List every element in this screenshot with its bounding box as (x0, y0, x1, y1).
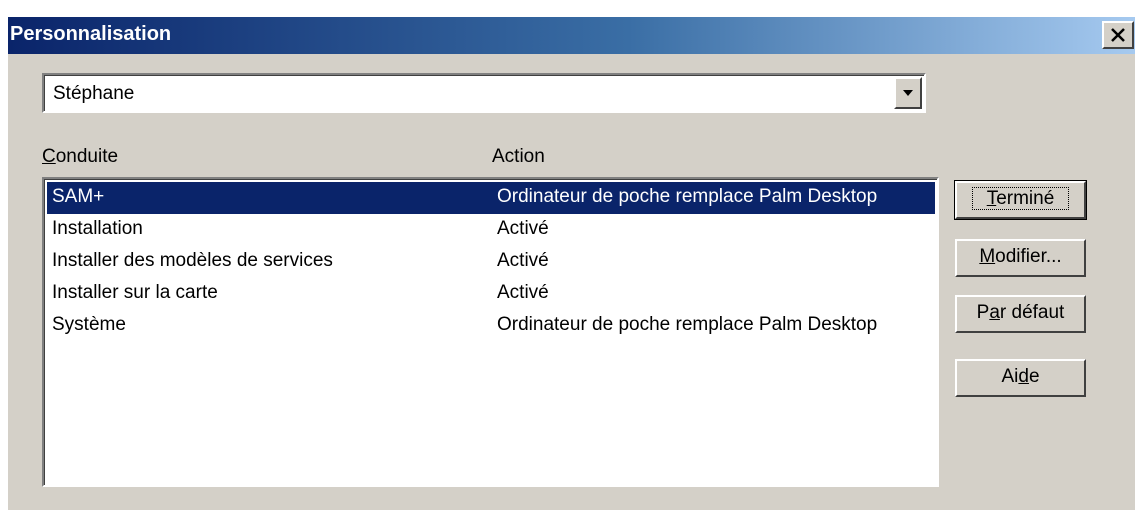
user-select[interactable]: Stéphane (42, 73, 926, 113)
close-icon (1111, 28, 1125, 42)
done-button-label: Terminé (971, 187, 1070, 210)
conduit-list[interactable]: SAM+ Ordinateur de poche remplace Palm D… (42, 177, 939, 487)
conduit-name: Installer sur la carte (52, 282, 218, 303)
defaults-mnemonic: a (989, 302, 1000, 323)
column-header-conduit: Conduite (42, 146, 118, 168)
help-button[interactable]: Aide (955, 359, 1086, 397)
conduit-name: SAM+ (52, 186, 105, 207)
user-select-dropdown-button[interactable] (894, 77, 922, 109)
dialog-title: Personnalisation (10, 23, 172, 45)
list-row[interactable]: Système Ordinateur de poche remplace Pal… (47, 310, 935, 342)
help-mnemonic: d (1018, 366, 1029, 387)
conduit-action: Ordinateur de poche remplace Palm Deskto… (497, 314, 878, 335)
defaults-label-rest: r défaut (999, 302, 1065, 323)
conduit-action: Activé (497, 250, 549, 271)
conduit-name: Installer des modèles de services (52, 250, 333, 271)
conduit-action: Ordinateur de poche remplace Palm Deskto… (497, 186, 878, 207)
defaults-label-start: P (976, 302, 990, 323)
help-label-start: Ai (1001, 366, 1019, 387)
help-label-rest: e (1028, 366, 1040, 387)
customization-dialog: Personnalisation Stéphane Conduite Actio… (7, 16, 1135, 510)
list-row[interactable]: Installation Activé (47, 214, 935, 246)
user-select-value: Stéphane (53, 83, 135, 104)
done-label-rest: erminé (996, 188, 1055, 209)
modify-button[interactable]: Modifier... (955, 239, 1086, 277)
list-row[interactable]: SAM+ Ordinateur de poche remplace Palm D… (47, 182, 935, 214)
modify-label-rest: odifier... (995, 246, 1062, 267)
done-button[interactable]: Terminé (954, 180, 1087, 220)
conduit-header-rest: onduite (55, 146, 119, 167)
list-row[interactable]: Installer sur la carte Activé (47, 278, 935, 310)
title-bar[interactable]: Personnalisation (8, 17, 1135, 54)
conduit-action: Activé (497, 282, 549, 303)
chevron-down-icon (903, 90, 913, 96)
conduit-name: Installation (52, 218, 143, 239)
done-mnemonic: T (986, 188, 997, 209)
conduit-name: Système (52, 314, 126, 335)
column-header-action: Action (492, 146, 545, 167)
list-row[interactable]: Installer des modèles de services Activé (47, 246, 935, 278)
defaults-button[interactable]: Par défaut (955, 295, 1086, 333)
modify-mnemonic: M (979, 246, 996, 267)
close-button[interactable] (1102, 21, 1134, 49)
conduit-mnemonic: C (42, 146, 56, 167)
conduit-action: Activé (497, 218, 549, 239)
